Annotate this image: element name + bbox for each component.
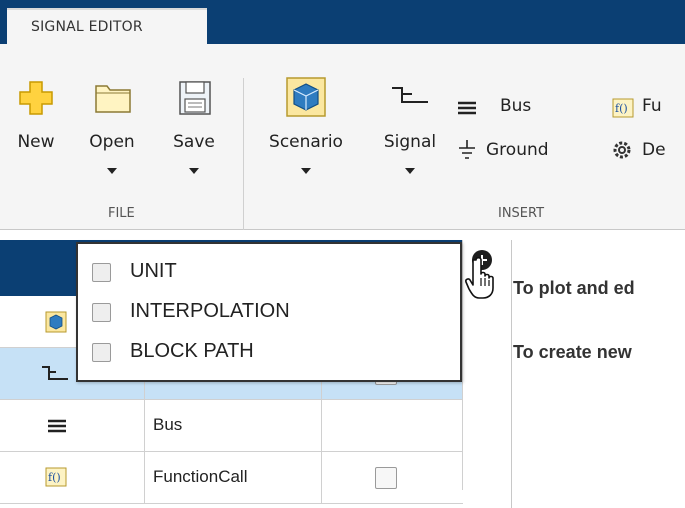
insert-section-label: INSERT	[498, 206, 545, 221]
ground-label: Ground	[486, 140, 549, 160]
floppy-disk-icon	[179, 81, 211, 115]
svg-text:f(): f()	[615, 102, 628, 115]
row-name: FunctionCall	[145, 452, 322, 503]
tab-strip: SIGNAL EDITOR	[0, 0, 685, 44]
signal-icon	[42, 366, 68, 380]
signal-label: Signal	[383, 132, 437, 152]
file-section-label: FILE	[108, 206, 135, 221]
open-label: Open	[89, 132, 135, 152]
scenario-label: Scenario	[269, 132, 343, 152]
function-call-button[interactable]: f() Fu	[612, 96, 685, 120]
folder-icon	[95, 85, 131, 113]
row-name: Bus	[145, 400, 322, 451]
save-button[interactable]: Save	[166, 44, 222, 194]
new-label: New	[17, 132, 55, 152]
table-row[interactable]: Bus	[0, 400, 463, 452]
gear-icon	[613, 141, 631, 159]
column-options-popup: UNIT INTERPOLATION BLOCK PATH	[76, 242, 462, 382]
panel-divider[interactable]	[511, 240, 512, 508]
block-path-checkbox[interactable]	[92, 343, 111, 362]
row-icon-cell: f()	[0, 452, 145, 503]
open-button[interactable]: Open	[84, 44, 140, 194]
bus-icon	[48, 419, 66, 433]
tab-signal-editor[interactable]: SIGNAL EDITOR	[7, 8, 207, 44]
new-button[interactable]: New	[8, 44, 64, 194]
function-call-icon: f()	[612, 98, 634, 118]
svg-text:f(): f()	[48, 471, 61, 484]
interpolation-checkbox[interactable]	[92, 303, 111, 322]
toolstrip: New Open Save FILE Scenario Signal Bus G…	[0, 44, 685, 230]
gear-item-button[interactable]: De	[612, 138, 685, 162]
row-check-cell	[322, 400, 463, 451]
table-right-border	[462, 240, 463, 490]
new-plus-icon	[19, 81, 53, 115]
signal-button[interactable]: Signal	[374, 44, 446, 194]
right-panel-hint-1: To plot and ed	[513, 278, 635, 298]
row-check-cell	[322, 452, 463, 503]
tab-signal-editor-label: SIGNAL EDITOR	[31, 19, 143, 35]
bus-icon	[458, 101, 476, 115]
unit-checkbox[interactable]	[92, 263, 111, 282]
signal-dropdown-arrow-icon[interactable]	[405, 168, 415, 174]
save-label: Save	[173, 132, 215, 152]
function-call-icon: f()	[45, 467, 67, 487]
row-icon-cell	[0, 400, 145, 451]
right-panel-hint-2: To create new	[513, 342, 632, 362]
section-divider	[243, 78, 244, 230]
row-checkbox[interactable]	[375, 467, 397, 489]
scenario-icon	[45, 311, 67, 333]
bus-label: Bus	[500, 96, 532, 116]
unit-option-label: UNIT	[130, 260, 177, 282]
open-dropdown-arrow-icon[interactable]	[107, 168, 117, 174]
block-path-option-label: BLOCK PATH	[130, 340, 254, 362]
hand-cursor-icon	[465, 256, 494, 299]
gear-item-label: De	[642, 140, 666, 160]
table-row[interactable]: f() FunctionCall	[0, 452, 463, 504]
scenario-button[interactable]: Scenario	[256, 44, 356, 194]
ground-icon	[459, 140, 475, 159]
save-dropdown-arrow-icon[interactable]	[189, 168, 199, 174]
scenario-dropdown-arrow-icon[interactable]	[301, 168, 311, 174]
function-call-label: Fu	[642, 96, 662, 116]
signal-icon	[392, 87, 428, 103]
interpolation-option-label: INTERPOLATION	[130, 300, 290, 322]
scenario-cube-icon	[286, 77, 326, 117]
